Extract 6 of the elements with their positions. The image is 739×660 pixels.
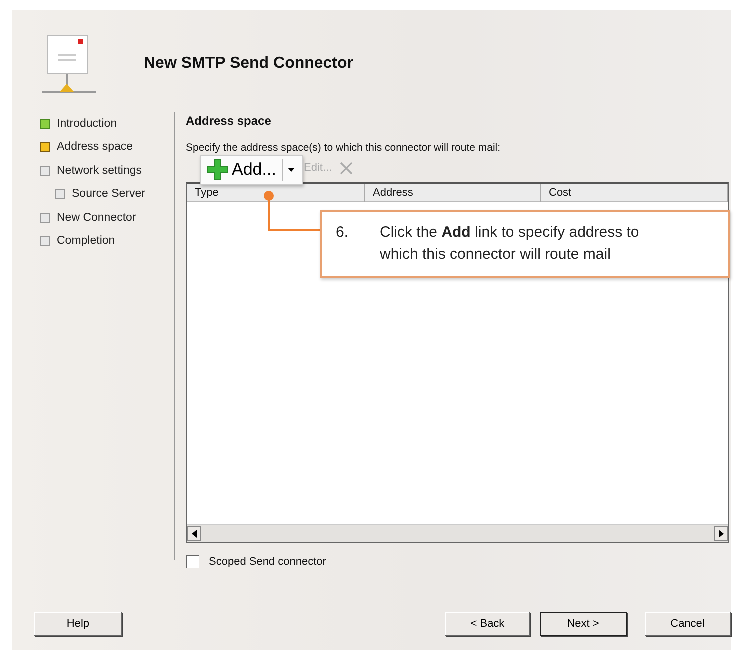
step-number: 6. xyxy=(336,223,350,243)
section-heading: Address space xyxy=(186,114,272,128)
window-title: New SMTP Send Connector xyxy=(144,55,354,73)
callout-text: Click the Add link to specify address to which this connector will route mail xyxy=(380,223,640,265)
description-text: Specify the address space(s) to which this connector will route mail: xyxy=(186,142,502,154)
checkbox-label: Scoped Send connector xyxy=(209,556,326,568)
